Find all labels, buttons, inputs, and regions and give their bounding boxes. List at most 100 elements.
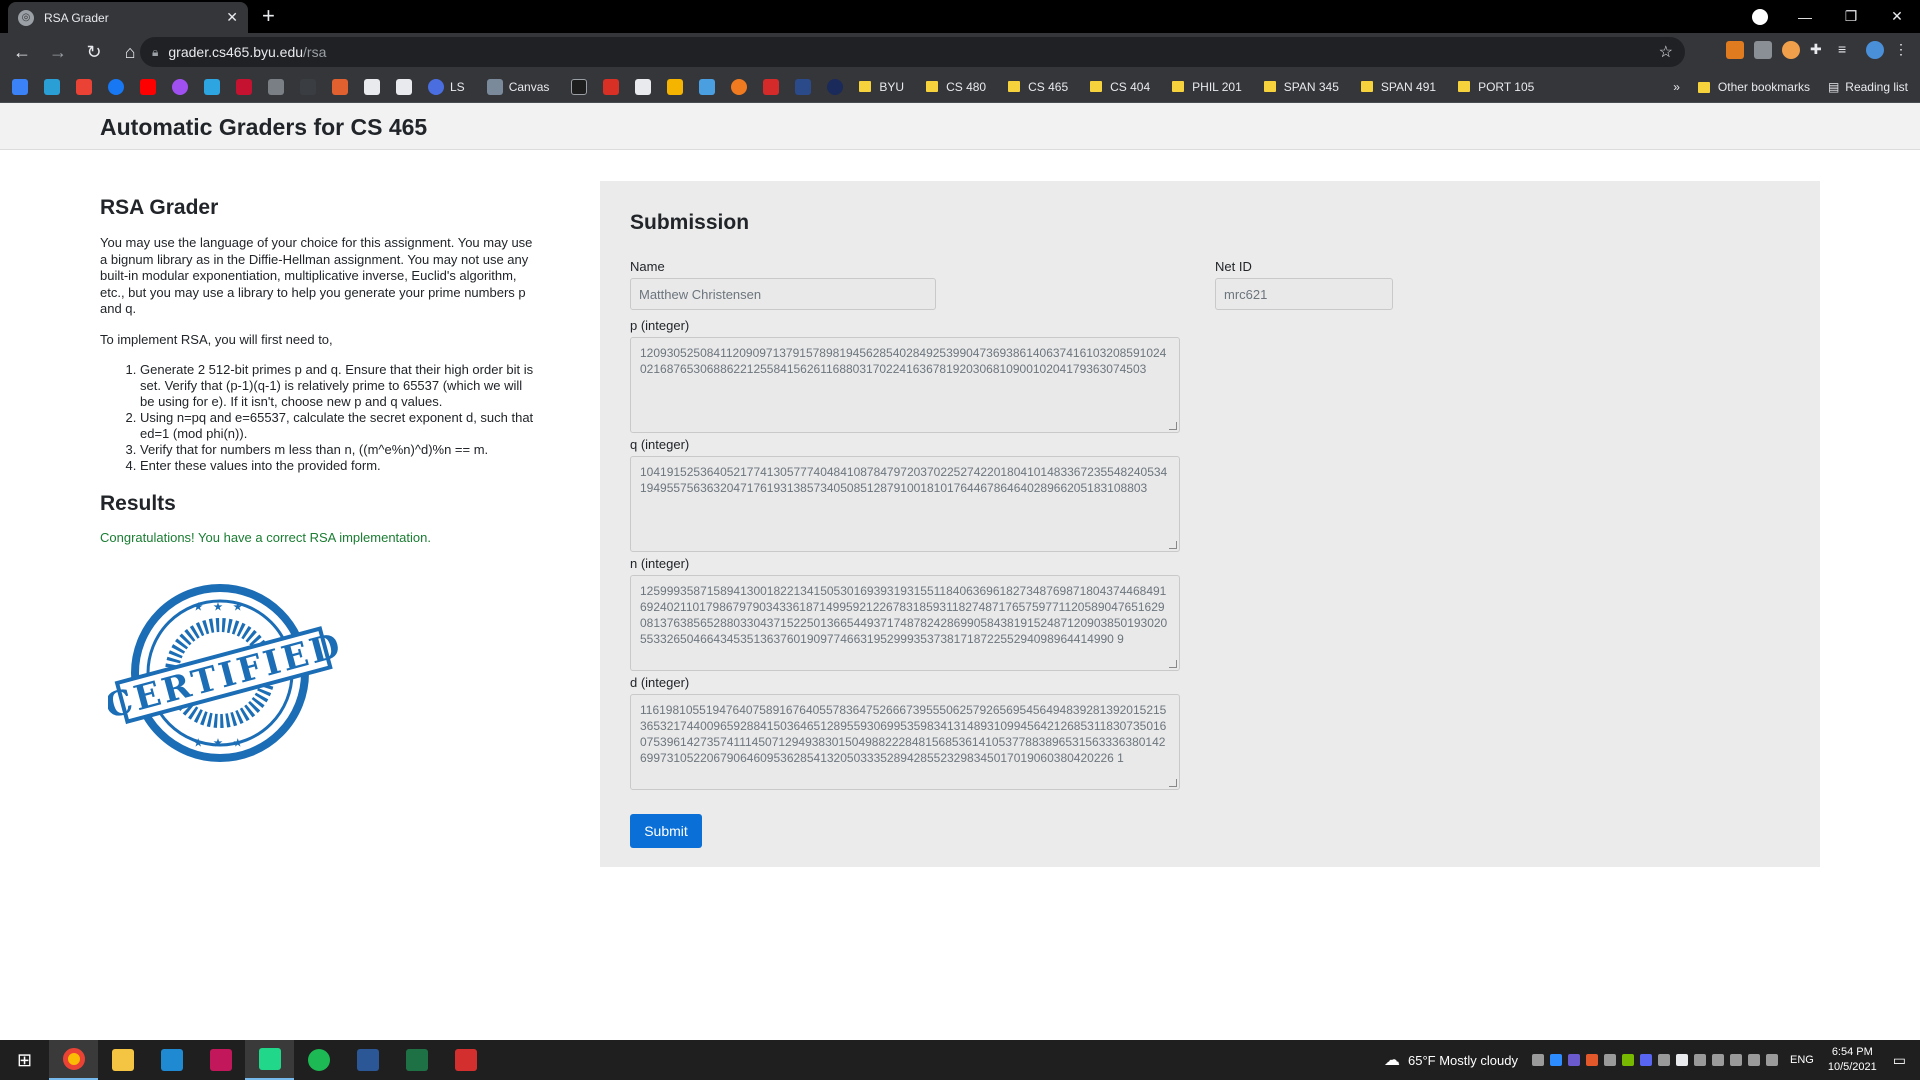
bookmark-icon[interactable]	[827, 78, 844, 95]
battery-icon[interactable]	[1765, 1054, 1778, 1066]
shield-icon[interactable]	[1729, 1054, 1742, 1066]
resize-handle-icon[interactable]	[1169, 660, 1177, 668]
tray-icon[interactable]	[1675, 1054, 1688, 1066]
tray-icon[interactable]	[1639, 1054, 1652, 1066]
bookmark-icon[interactable]	[667, 78, 684, 95]
bookmark-icon[interactable]	[300, 78, 316, 95]
pycharm-icon[interactable]	[245, 1040, 294, 1080]
bookmark-icon[interactable]	[763, 78, 780, 95]
bookmark-icon[interactable]	[332, 78, 348, 95]
chrome-icon[interactable]	[49, 1040, 98, 1080]
address-bar[interactable]: 🔒︎ grader.cs465.byu.edu/rsa ☆	[140, 37, 1685, 67]
bookmark-icon[interactable]	[44, 78, 60, 95]
resize-handle-icon[interactable]	[1169, 422, 1177, 430]
notification-icon[interactable]: ▭	[1893, 1052, 1906, 1069]
n-textarea[interactable]: 1259993587158941300182213415053016939319…	[630, 575, 1180, 671]
minimize-icon[interactable]: —	[1782, 9, 1828, 25]
new-tab-button[interactable]: +	[262, 4, 275, 28]
bookmark-icon[interactable]	[635, 78, 652, 95]
q-textarea[interactable]: 1041915253640521774130577740484108784797…	[630, 456, 1180, 552]
bookmark-icon[interactable]	[795, 78, 812, 95]
bookmark-icon[interactable]	[571, 78, 588, 95]
extension-icon[interactable]	[1726, 41, 1744, 59]
bookmark-icon[interactable]	[699, 78, 716, 95]
tray-icon[interactable]	[1531, 1054, 1544, 1066]
puzzle-icon[interactable]: ✚	[1810, 41, 1828, 59]
bookmarks-right: » Other bookmarks ▤ Reading list	[1673, 71, 1908, 102]
profile-avatar[interactable]	[1866, 41, 1884, 59]
bookmark-ls[interactable]: LS	[428, 78, 465, 95]
bookmark-folder[interactable]: PORT 105	[1458, 80, 1534, 94]
media-icon[interactable]: ≡	[1838, 41, 1856, 59]
vscode-icon[interactable]	[147, 1040, 196, 1080]
reading-list[interactable]: ▤ Reading list	[1828, 80, 1908, 94]
netid-field[interactable]: mrc621	[1215, 278, 1393, 310]
extension-icon[interactable]	[1754, 41, 1772, 59]
restore-icon[interactable]: ❐	[1828, 8, 1874, 25]
bookmark-folder[interactable]: SPAN 345	[1263, 79, 1339, 94]
site-title[interactable]: Automatic Graders for CS 465	[100, 114, 427, 141]
weather-widget[interactable]: ☁ 65°F Mostly cloudy	[1384, 1050, 1518, 1070]
d-textarea[interactable]: 1161981055194764075891676405578364752666…	[630, 694, 1180, 790]
tray-icon[interactable]	[1693, 1054, 1706, 1066]
list-item: Using n=pq and e=65537, calculate the se…	[140, 410, 540, 442]
tray-icon[interactable]	[1549, 1054, 1562, 1066]
tray-icon[interactable]	[1603, 1054, 1616, 1066]
resize-handle-icon[interactable]	[1169, 541, 1177, 549]
other-bookmarks[interactable]: Other bookmarks	[1697, 80, 1810, 94]
word-icon[interactable]	[343, 1040, 392, 1080]
file-explorer-icon[interactable]	[98, 1040, 147, 1080]
name-field[interactable]: Matthew Christensen	[630, 278, 936, 310]
close-window-icon[interactable]: ✕	[1874, 8, 1920, 25]
bookmark-folder[interactable]: PHIL 201	[1172, 80, 1242, 94]
facebook-icon[interactable]	[108, 78, 124, 95]
intellij-icon[interactable]	[196, 1040, 245, 1080]
p-textarea[interactable]: 1209305250841120909713791578981945628540…	[630, 337, 1180, 433]
lock-icon[interactable]: 🔒︎	[152, 45, 158, 60]
extension-icon[interactable]	[1782, 41, 1800, 59]
y-icon[interactable]	[396, 78, 412, 95]
clock[interactable]: 6:54 PM 10/5/2021	[1828, 1045, 1877, 1075]
bookmark-label: SPAN 345	[1283, 79, 1339, 94]
submission-heading: Submission	[630, 211, 750, 234]
tray-icon[interactable]	[1567, 1054, 1580, 1066]
messenger-icon[interactable]	[172, 78, 188, 95]
bookmark-icon[interactable]	[603, 78, 620, 95]
reload-icon[interactable]: ↻	[80, 38, 108, 66]
bookmark-icon[interactable]	[268, 78, 284, 95]
bookmark-folder[interactable]: BYU	[859, 80, 904, 94]
bookmark-icon[interactable]	[236, 78, 252, 95]
acrobat-icon[interactable]	[441, 1040, 490, 1080]
wifi-icon[interactable]	[1711, 1054, 1724, 1066]
excel-icon[interactable]	[392, 1040, 441, 1080]
spotify-icon[interactable]	[294, 1040, 343, 1080]
resize-handle-icon[interactable]	[1169, 779, 1177, 787]
menu-icon[interactable]: ⋮	[1894, 41, 1912, 59]
bookmark-icon[interactable]	[12, 78, 28, 95]
y-icon[interactable]	[364, 78, 380, 95]
tray-icon[interactable]	[1657, 1054, 1670, 1066]
bookmark-folder[interactable]: CS 480	[926, 80, 986, 94]
bookmark-folder[interactable]: CS 465	[1008, 80, 1068, 94]
tray-icon[interactable]	[1585, 1054, 1598, 1066]
back-icon[interactable]: ←	[8, 38, 36, 66]
gmail-icon[interactable]	[76, 78, 92, 95]
bookmark-icon[interactable]	[731, 78, 748, 95]
language-indicator[interactable]: ENG	[1790, 1054, 1814, 1066]
submit-button[interactable]: Submit	[630, 814, 702, 848]
tray-icon[interactable]	[1621, 1054, 1634, 1066]
browser-tab[interactable]: ◎ RSA Grader ✕	[8, 2, 248, 33]
bookmarks-overflow-icon[interactable]: »	[1673, 80, 1680, 94]
bookmark-folder[interactable]: CS 404	[1090, 80, 1150, 94]
bookmark-icon[interactable]	[204, 78, 220, 95]
volume-icon[interactable]	[1747, 1054, 1760, 1066]
start-icon[interactable]: ⊞	[0, 1040, 49, 1080]
tab-search-icon[interactable]	[1752, 9, 1768, 25]
youtube-icon[interactable]	[140, 78, 156, 95]
bookmark-folder[interactable]: SPAN 491	[1360, 79, 1437, 94]
close-tab-icon[interactable]: ✕	[226, 9, 238, 26]
bookmark-star-icon[interactable]: ☆	[1659, 42, 1673, 62]
forward-icon[interactable]: →	[44, 38, 72, 66]
bookmark-canvas[interactable]: Canvas	[486, 78, 549, 95]
bookmark-label: SPAN 491	[1380, 79, 1437, 94]
